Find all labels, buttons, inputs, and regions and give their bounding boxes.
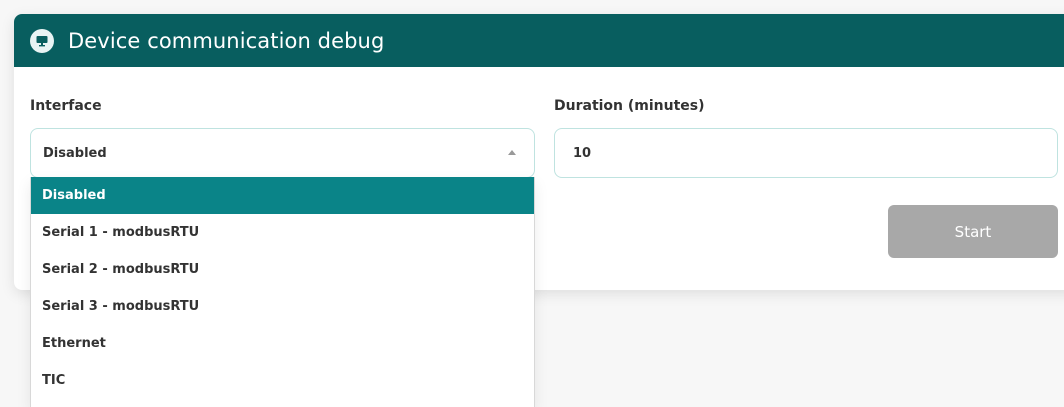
start-button[interactable]: Start [888, 205, 1058, 258]
interface-select[interactable]: Disabled [30, 128, 535, 178]
option-serial-1[interactable]: Serial 1 - modbusRTU [31, 214, 534, 251]
chevron-up-icon [508, 150, 516, 155]
option-tic[interactable]: TIC [31, 362, 534, 399]
interface-label: Interface [30, 98, 102, 114]
page-title: Device communication debug [68, 28, 385, 53]
monitor-icon [30, 28, 54, 53]
interface-select-value: Disabled [43, 145, 107, 161]
duration-label: Duration (minutes) [554, 98, 705, 114]
interface-dropdown-list: Disabled Serial 1 - modbusRTU Serial 2 -… [30, 177, 535, 407]
option-serial-2[interactable]: Serial 2 - modbusRTU [31, 251, 534, 288]
duration-input[interactable]: 10 [554, 128, 1058, 178]
option-disabled[interactable]: Disabled [31, 177, 534, 214]
option-serial-3[interactable]: Serial 3 - modbusRTU [31, 288, 534, 325]
option-ethernet[interactable]: Ethernet [31, 325, 534, 362]
card-header: Device communication debug [14, 14, 1064, 67]
